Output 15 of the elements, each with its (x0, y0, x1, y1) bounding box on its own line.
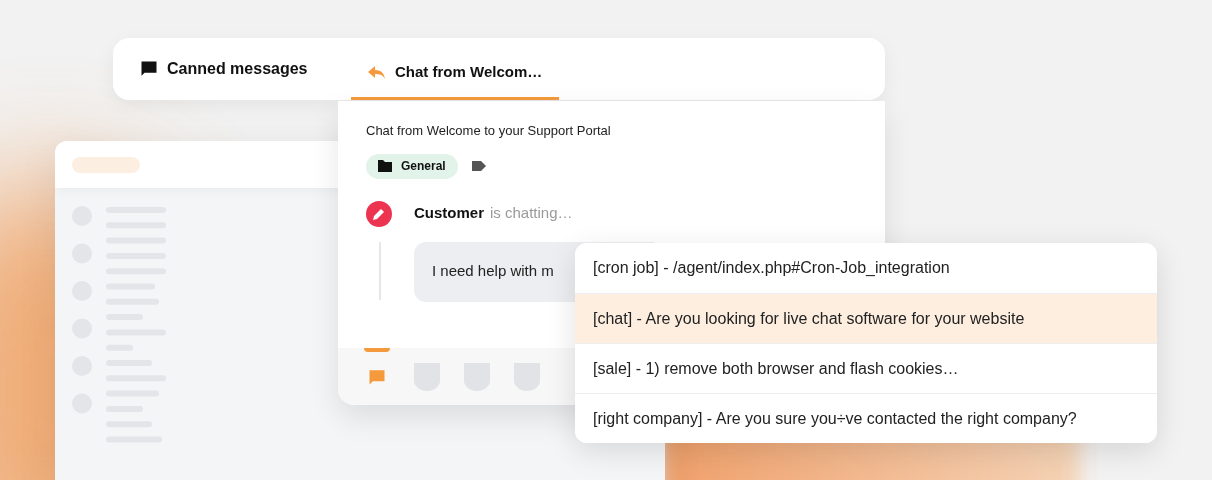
tag-icon[interactable] (471, 161, 486, 171)
suggestion-item[interactable]: [cron job] - /agent/index.php#Cron-Job_integration (575, 243, 1157, 293)
header-title: Canned messages (167, 59, 308, 79)
author-name: Customer (414, 203, 484, 224)
chat-subject: Chat from Welcome to your Support Portal (366, 122, 612, 140)
category-tag[interactable]: General (366, 153, 458, 179)
suggestion-item[interactable]: [sale] - 1) remove both browser and flash cookies… (575, 343, 1157, 393)
header-placeholder (72, 156, 140, 173)
typing-status: is chatting… (490, 203, 573, 224)
folder-icon (378, 160, 392, 172)
message-icon (140, 60, 158, 78)
suggestion-item[interactable]: [right company] - Are you sure you÷ve contacted the right company? (575, 393, 1157, 443)
pencil-icon (373, 207, 385, 220)
suggestion-item[interactable]: [chat] - Are you looking for live chat software for your website (575, 293, 1157, 343)
reply-icon (368, 65, 385, 80)
